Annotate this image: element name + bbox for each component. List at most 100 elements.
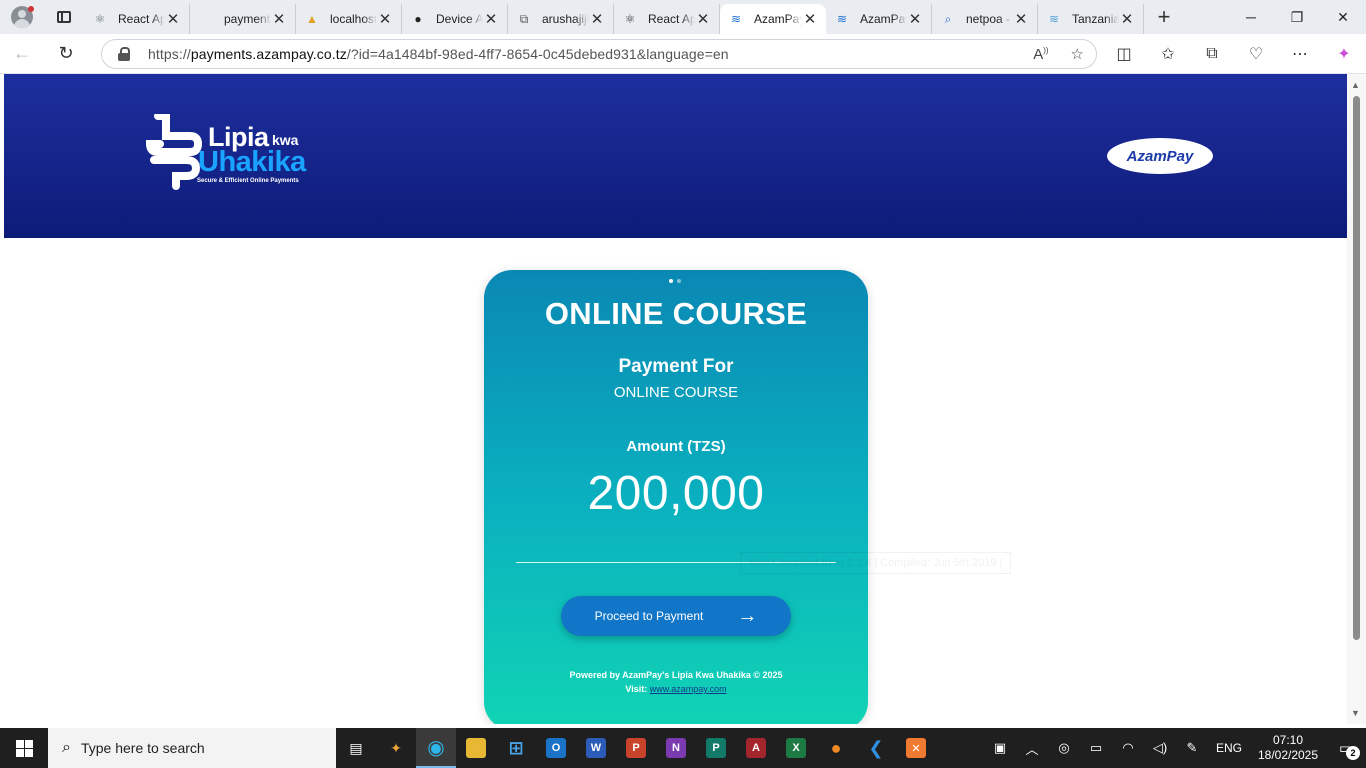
windows-taskbar: ⌕ Type here to search ▤ ✦ ◉ ⊞ O W P N P A…: [0, 728, 1366, 768]
page-scrollbar[interactable]: ▲ ▼: [1347, 74, 1366, 724]
browser-tab[interactable]: ≋ Tanzania ✕: [1038, 4, 1144, 34]
close-tab-icon[interactable]: ✕: [695, 10, 711, 28]
excel-app[interactable]: X: [776, 728, 816, 768]
access-app[interactable]: A: [736, 728, 776, 768]
browser-tab[interactable]: ▲ localhost ✕: [296, 4, 402, 34]
outlook-app[interactable]: O: [536, 728, 576, 768]
restore-button[interactable]: ❐: [1274, 0, 1320, 34]
show-hidden-icons-icon[interactable]: ︿: [1016, 739, 1048, 758]
wifi-icon[interactable]: ◠: [1112, 740, 1144, 756]
firefox-icon: ●: [830, 737, 842, 758]
word-app[interactable]: W: [576, 728, 616, 768]
browser-essentials-icon[interactable]: ♡: [1234, 44, 1278, 64]
new-tab-button[interactable]: +: [1144, 0, 1184, 34]
file-explorer-app[interactable]: [456, 728, 496, 768]
powerpoint-app[interactable]: P: [616, 728, 656, 768]
task-view-button[interactable]: ▤: [336, 728, 376, 768]
windows-logo-icon: [24, 739, 33, 748]
more-menu-icon[interactable]: ⋯: [1278, 44, 1322, 64]
microsoft-store-app[interactable]: ⊞: [496, 728, 536, 768]
excel-icon: X: [786, 738, 806, 758]
close-tab-icon[interactable]: ✕: [907, 10, 923, 28]
browser-tab[interactable]: ⧉ arushajiji ✕: [508, 4, 614, 34]
taskbar-clock[interactable]: 07:10 18/02/2025: [1250, 733, 1326, 763]
azampay-icon: ≋: [1048, 12, 1060, 26]
browser-tab-active[interactable]: ≋ AzamPay ✕: [720, 4, 826, 34]
volume-icon[interactable]: ◁): [1144, 740, 1176, 756]
back-button[interactable]: ←: [0, 34, 44, 74]
faint-overlay-text: Mini Compiled from 2.2.4 | Compiled: Jun…: [740, 552, 1012, 574]
close-tab-icon[interactable]: ✕: [165, 10, 181, 28]
browser-tab[interactable]: ⚛React App✕: [84, 4, 190, 34]
browser-tab[interactable]: ⌕ netpoa - ✕: [932, 4, 1038, 34]
azampay-logo: AzamPay: [1107, 138, 1213, 174]
scroll-down-icon[interactable]: ▼: [1351, 708, 1360, 718]
close-tab-icon[interactable]: ✕: [483, 10, 499, 28]
split-screen-icon[interactable]: ◫: [1102, 44, 1146, 64]
task-view-icon: ▤: [349, 739, 363, 756]
browser-tab[interactable]: payments ✕: [190, 4, 296, 34]
address-bar[interactable]: https://payments.azampay.co.tz/?id=4a148…: [101, 39, 1097, 69]
react-icon: ⚛: [94, 12, 106, 26]
amount-label: Amount (TZS): [626, 438, 726, 455]
plus-icon: +: [1157, 4, 1171, 29]
close-tab-icon[interactable]: ✕: [1119, 10, 1135, 28]
close-window-button[interactable]: ✕: [1320, 0, 1366, 34]
address-bar-actions: A)) ☆: [1033, 40, 1084, 68]
onenote-app[interactable]: N: [656, 728, 696, 768]
edge-app[interactable]: ◉: [416, 728, 456, 768]
favorites-icon[interactable]: ✩: [1146, 44, 1190, 64]
pen-icon[interactable]: ✎: [1176, 740, 1208, 756]
search-icon: ⌕: [62, 739, 71, 756]
arrow-left-icon: ←: [13, 43, 31, 63]
copilot-app[interactable]: ✦: [376, 728, 416, 768]
collections-icon[interactable]: ⧉: [1190, 45, 1234, 63]
lipia-kwa-uhakika-logo: Lipia kwa Uhakika Secure & Efficient Onl…: [145, 112, 316, 190]
profile-avatar[interactable]: [0, 0, 44, 34]
github-icon: ●: [414, 12, 422, 26]
close-tab-icon[interactable]: ✕: [1013, 10, 1029, 28]
browser-tab[interactable]: ⚛React App✕: [614, 4, 720, 34]
amount-value: 200,000: [587, 467, 765, 520]
notification-center-button[interactable]: ▭2: [1326, 728, 1366, 768]
refresh-icon: ↻: [58, 43, 74, 63]
favorite-star-icon[interactable]: ☆: [1071, 45, 1084, 63]
minimize-button[interactable]: ─: [1228, 0, 1274, 34]
scroll-up-icon[interactable]: ▲: [1351, 80, 1360, 90]
copilot-icon: ✦: [390, 739, 402, 756]
browser-tab[interactable]: ● Device A ✕: [402, 4, 508, 34]
close-tab-icon[interactable]: ✕: [271, 10, 287, 28]
page-viewport: Lipia kwa Uhakika Secure & Efficient Onl…: [4, 74, 1347, 724]
browser-tab[interactable]: ≋ AzamPay ✕: [826, 4, 932, 34]
publisher-app[interactable]: P: [696, 728, 736, 768]
xampp-app[interactable]: ✕: [896, 728, 936, 768]
close-tab-icon[interactable]: ✕: [802, 10, 818, 28]
azampay-website-link[interactable]: www.azampay.com: [650, 684, 727, 694]
carousel-dots: [669, 279, 681, 283]
refresh-button[interactable]: ↻: [44, 34, 88, 74]
vscode-app[interactable]: ❮: [856, 728, 896, 768]
scrollbar-thumb[interactable]: [1353, 96, 1360, 640]
start-button[interactable]: [0, 728, 48, 768]
read-aloud-icon[interactable]: A)): [1033, 46, 1048, 63]
carousel-dot[interactable]: [669, 279, 673, 283]
camera-icon[interactable]: ◎: [1048, 740, 1080, 756]
close-tab-icon[interactable]: ✕: [377, 10, 393, 28]
windows-logo-icon: [24, 748, 33, 757]
tab-actions-button[interactable]: [44, 0, 84, 34]
news-widget-icon[interactable]: ▣: [984, 740, 1016, 756]
carousel-dot[interactable]: [677, 279, 681, 283]
close-tab-icon[interactable]: ✕: [589, 10, 605, 28]
notification-dot-icon: [28, 6, 34, 12]
battery-icon[interactable]: ▭: [1080, 740, 1112, 756]
pma-icon: ▲: [306, 12, 318, 26]
copilot-icon[interactable]: ✦: [1322, 44, 1366, 64]
react-icon: ⚛: [624, 12, 636, 26]
taskbar-search-box[interactable]: ⌕ Type here to search: [48, 728, 336, 768]
proceed-to-payment-button[interactable]: Proceed to Payment →: [561, 596, 791, 636]
language-indicator[interactable]: ENG: [1208, 741, 1250, 755]
vscode-icon: ❮: [868, 737, 884, 758]
restore-icon: ❐: [1290, 8, 1304, 25]
url-text[interactable]: https://payments.azampay.co.tz/?id=4a148…: [148, 46, 729, 62]
firefox-app[interactable]: ●: [816, 728, 856, 768]
